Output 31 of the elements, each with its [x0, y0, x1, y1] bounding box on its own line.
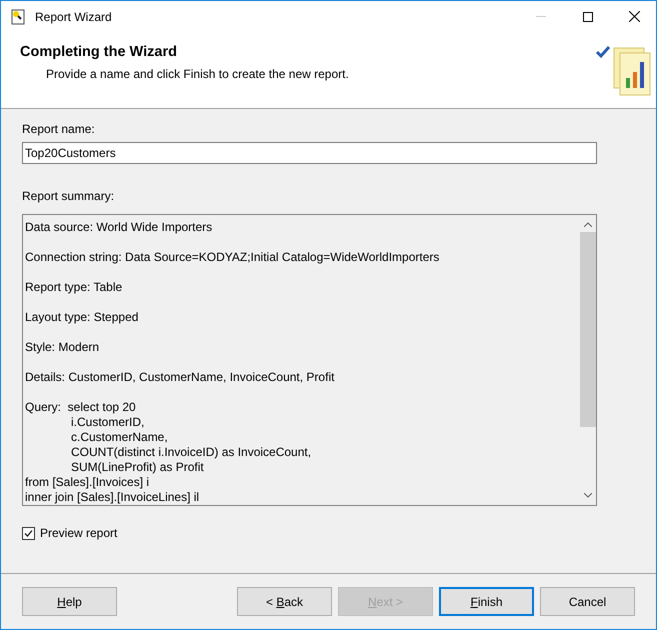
preview-report-label[interactable]: Preview report: [40, 524, 118, 542]
report-name-label: Report name:: [22, 121, 96, 138]
summary-line: Details: CustomerID, CustomerName, InvoiceCount, Profit: [25, 370, 334, 385]
summary-line: SUM(LineProfit) as Profit: [71, 460, 204, 475]
scroll-down-icon[interactable]: [584, 493, 592, 498]
summary-line: Connection string: Data Source=KODYAZ;Initial Catalog=WideWorldImporters: [25, 250, 440, 265]
summary-line: COUNT(distinct i.InvoiceID) as InvoiceCount,: [71, 445, 312, 460]
scroll-thumb[interactable]: [580, 232, 596, 427]
summary-line: c.CustomerName,: [71, 430, 168, 445]
preview-checkbox[interactable]: [22, 526, 35, 540]
dialog-button[interactable]: Help: [22, 587, 117, 616]
maximize-icon[interactable]: [583, 12, 593, 22]
summary-line: Style: Modern: [25, 340, 100, 355]
close-icon[interactable]: [629, 11, 640, 22]
page-subtitle: Provide a name and click Finish to create the new report.: [45, 66, 349, 83]
scroll-up-icon[interactable]: [584, 222, 592, 227]
page-title: Completing the Wizard: [20, 43, 178, 62]
window-title: Report Wizard: [35, 8, 112, 26]
summary-line: i.CustomerID,: [71, 415, 144, 430]
report-name-field[interactable]: Top20Customers: [22, 142, 597, 164]
summary-line: from [Sales].[Invoices] i: [25, 475, 150, 490]
summary-line: Report type: Table: [25, 280, 122, 295]
dialog-button[interactable]: < Back: [237, 587, 332, 616]
wizard-app-icon: [11, 8, 27, 24]
summary-line: Query: select top 20: [25, 400, 136, 415]
summary-line: Layout type: Stepped: [25, 310, 138, 325]
report-summary-label: Report summary:: [22, 188, 116, 205]
summary-line: Data source: World Wide Importers: [25, 220, 212, 235]
summary-line: inner join [Sales].[InvoiceLines] il: [25, 490, 200, 505]
dialog-button[interactable]: Finish: [439, 587, 534, 616]
dialog-button[interactable]: Cancel: [540, 587, 635, 616]
